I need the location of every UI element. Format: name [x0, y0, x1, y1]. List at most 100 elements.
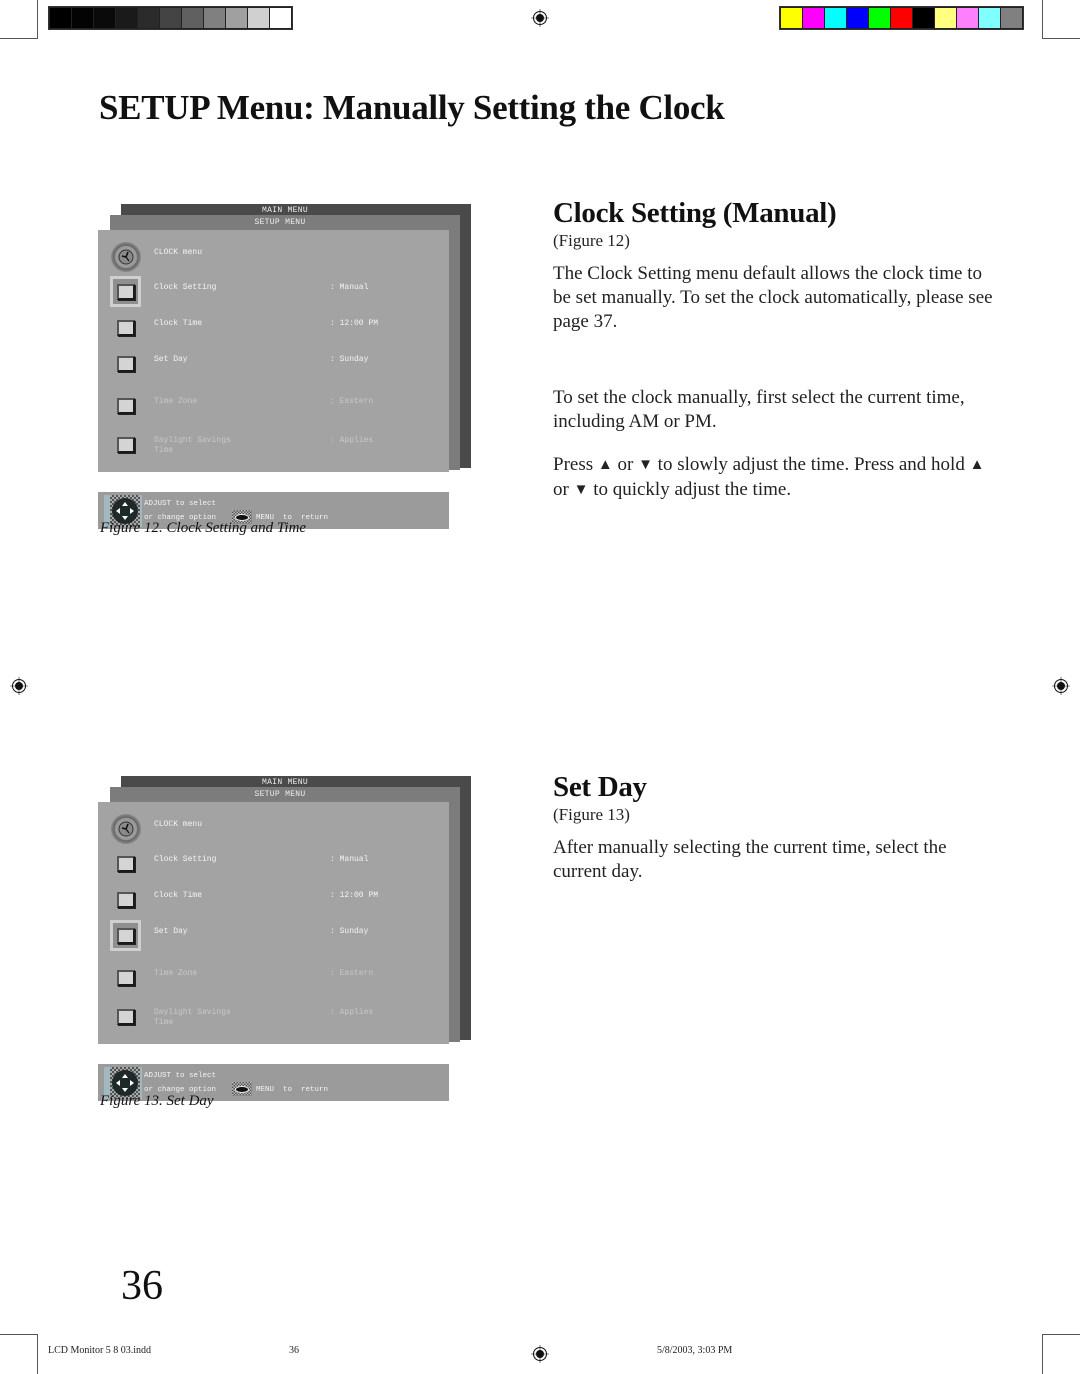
- menu-item-button-icon: [110, 1001, 141, 1032]
- color-swatch: [979, 8, 1000, 28]
- help-adjust-text: ADJUST to select: [144, 500, 217, 508]
- menu-button-icon: [232, 1082, 252, 1096]
- press-text: to slowly adjust the time. Press and hol…: [657, 454, 965, 475]
- menu-item-button-icon: [110, 920, 141, 951]
- paragraph: After manually selecting the current tim…: [553, 837, 947, 882]
- menu-item-button-icon: [110, 962, 141, 993]
- color-swatch: [847, 8, 868, 28]
- clock-icon: [110, 813, 141, 844]
- color-swatch: [935, 8, 956, 28]
- clock-menu-title: CLOCK menu: [154, 820, 203, 829]
- figure-reference: (Figure 13): [553, 805, 630, 824]
- clock-menu-title: CLOCK menu: [154, 248, 203, 257]
- menu-row-time-zone[interactable]: Time Zone: Eastern: [98, 387, 449, 417]
- color-swatch: [50, 8, 71, 28]
- registration-mark-icon: [531, 1345, 549, 1363]
- menu-row-label: Clock Setting: [154, 283, 217, 292]
- menu-item-button-icon: [110, 348, 141, 379]
- color-swatch: [138, 8, 159, 28]
- menu-row-set-day[interactable]: Set Day: Sunday: [98, 345, 449, 375]
- grayscale-bar: [48, 6, 293, 30]
- crop-mark-top-right: [1042, 0, 1080, 39]
- color-swatch: [1001, 8, 1022, 28]
- menu-row-clock-setting[interactable]: Clock Setting : Manual: [98, 845, 449, 875]
- main-menu-label: MAIN MENU: [262, 778, 308, 787]
- page-title: SETUP Menu: Manually Setting the Clock: [99, 88, 725, 127]
- crop-mark-top-left: [0, 0, 38, 39]
- crop-mark-bottom-right: [1042, 1334, 1080, 1374]
- color-swatch: [182, 8, 203, 28]
- menu-row-value: : Applies: [330, 1008, 374, 1017]
- menu-row-clock-time[interactable]: Clock Time : 12:00 PM: [98, 309, 449, 339]
- color-swatch: [270, 8, 291, 28]
- menu-row-value: : Manual: [330, 283, 369, 292]
- press-word: Press: [553, 454, 594, 475]
- color-swatch: [803, 8, 824, 28]
- clock-menu-panel: CLOCK menu Clock Setting : Manual Clock Ti…: [98, 802, 449, 1044]
- registration-mark-icon: [10, 677, 28, 695]
- menu-row-time-zone[interactable]: Time Zone: Eastern: [98, 959, 449, 989]
- color-swatch: [248, 8, 269, 28]
- menu-row-label: Clock Setting: [154, 855, 217, 864]
- clock-icon: [110, 241, 141, 272]
- footer-timestamp: 5/8/2003, 3:03 PM: [657, 1345, 733, 1356]
- color-swatch: [116, 8, 137, 28]
- menu-item-button-icon: [110, 390, 141, 421]
- up-arrow-icon: ▲: [597, 457, 613, 473]
- figure-caption: Figure 13. Set Day: [100, 1093, 214, 1109]
- menu-row-clock-setting[interactable]: Clock Setting : Manual: [98, 273, 449, 307]
- registration-mark-icon: [531, 9, 549, 27]
- or-word: or: [617, 454, 634, 475]
- menu-row-label: Clock Time: [154, 319, 203, 328]
- menu-row-label: Daylight Savings Time: [154, 1008, 231, 1027]
- paragraph: To set the clock manually, first select …: [553, 387, 965, 432]
- menu-row-label: Set Day: [154, 927, 188, 936]
- up-arrow-icon: ▲: [969, 457, 985, 473]
- press-instructions: Press ▲ or ▼ to slowly adjust the time. …: [553, 453, 993, 503]
- menu-row-clock-time[interactable]: Clock Time : 12:00 PM: [98, 881, 449, 911]
- figure-reference: (Figure 12): [553, 231, 630, 250]
- help-adjust-text: ADJUST to select: [144, 1072, 217, 1080]
- menu-row-daylight-savings[interactable]: Daylight Savings Time : Applies: [98, 998, 449, 1028]
- menu-row-value: : Applies: [330, 436, 374, 445]
- menu-row-label: Clock Time: [154, 891, 203, 900]
- menu-item-button-icon: [110, 312, 141, 343]
- menu-item-button-icon: [110, 884, 141, 915]
- main-menu-label: MAIN MENU: [262, 206, 308, 215]
- color-swatch: [226, 8, 247, 28]
- or-word: or: [553, 479, 569, 500]
- menu-row-value: : 12:00 PM: [330, 319, 379, 328]
- menu-row-label: Daylight Savings Time: [154, 436, 231, 455]
- setup-menu-label: SETUP MENU: [254, 790, 306, 799]
- footer-filename: LCD Monitor 5 8 03.indd: [48, 1345, 152, 1356]
- crop-mark-bottom-left: [0, 1334, 38, 1374]
- setup-menu-label: SETUP MENU: [254, 218, 306, 227]
- menu-item-button-icon: [110, 848, 141, 879]
- press-text: to quickly adjust the time.: [593, 479, 792, 500]
- menu-row-set-day[interactable]: Set Day: Sunday: [98, 917, 449, 951]
- color-swatch: [869, 8, 890, 28]
- menu-row-value: : 12:00 PM: [330, 891, 379, 900]
- color-bar: [779, 6, 1024, 30]
- figure-caption: Figure 12. Clock Setting and Time: [100, 520, 307, 536]
- color-swatch: [957, 8, 978, 28]
- menu-row-daylight-savings[interactable]: Daylight Savings Time : Applies: [98, 426, 449, 456]
- color-swatch: [94, 8, 115, 28]
- osd-figure-set-day: MAIN MENU SETUP MENU CLOCK menu Clock Se…: [98, 776, 473, 1101]
- color-swatch: [913, 8, 934, 28]
- color-swatch: [160, 8, 181, 28]
- menu-row-value: : Manual: [330, 855, 369, 864]
- footer-page: 36: [289, 1345, 299, 1356]
- page-number: 36: [121, 1263, 163, 1309]
- color-swatch: [72, 8, 93, 28]
- menu-row-value: : Sunday: [330, 355, 369, 364]
- menu-item-button-icon: [110, 276, 141, 307]
- color-swatch: [781, 8, 802, 28]
- section-title-set-day: Set Day: [553, 771, 647, 803]
- color-swatch: [891, 8, 912, 28]
- registration-mark-icon: [1052, 677, 1070, 695]
- osd-figure-clock-setting: MAIN MENU SETUP MENU CLOCK menu Clock Se…: [98, 204, 473, 529]
- clock-menu-panel: CLOCK menu Clock Setting : Manual Clock Ti…: [98, 230, 449, 472]
- clock-menu-header: CLOCK menu: [98, 238, 449, 272]
- menu-row-value: : Eastern: [330, 969, 374, 978]
